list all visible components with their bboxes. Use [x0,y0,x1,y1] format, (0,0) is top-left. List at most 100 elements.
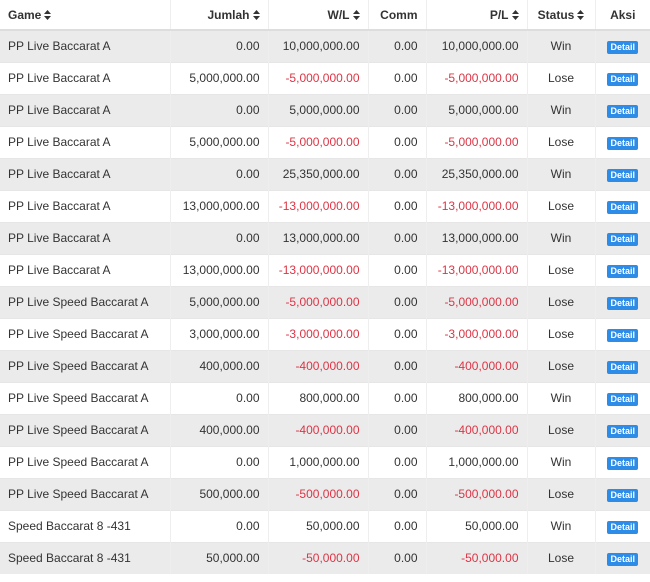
wl-cell: -500,000.00 [267,477,368,510]
detail-button[interactable]: Detail [607,360,638,374]
detail-button[interactable]: Detail [607,72,638,86]
column-header-game[interactable]: Game [0,0,170,31]
wl-cell: -13,000,000.00 [267,253,368,286]
column-header-pl[interactable]: P/L [425,0,527,31]
game-cell: PP Live Speed Baccarat A [0,413,170,446]
game-cell: PP Live Baccarat A [0,157,170,190]
detail-button[interactable]: Detail [607,296,638,310]
status-cell: Win [526,509,595,542]
wl-cell: -50,000.00 [267,541,368,574]
detail-button[interactable]: Detail [607,552,638,566]
status-cell: Lose [526,541,595,574]
pl-cell: 10,000,000.00 [425,29,527,62]
aksi-cell: Detail [594,381,650,414]
wl-cell: -5,000,000.00 [267,61,368,94]
wl-cell: -3,000,000.00 [267,317,368,350]
jumlah-cell: 13,000,000.00 [169,253,268,286]
detail-button[interactable]: Detail [607,328,638,342]
sort-icon [44,9,52,20]
game-cell: PP Live Baccarat A [0,29,170,62]
column-header-label: Comm [380,7,418,22]
wl-cell: 800,000.00 [267,381,368,414]
table-row: PP Live Baccarat A 0.00 5,000,000.00 0.00 5,… [0,93,650,126]
status-cell: Lose [526,125,595,158]
column-header-comm: Comm [367,0,426,31]
status-cell: Lose [526,413,595,446]
pl-cell: 1,000,000.00 [425,445,527,478]
jumlah-cell: 5,000,000.00 [169,285,268,318]
pl-cell: -400,000.00 [425,413,527,446]
detail-button[interactable]: Detail [607,40,638,54]
aksi-cell: Detail [594,189,650,222]
detail-button[interactable]: Detail [607,392,638,406]
pl-cell: -5,000,000.00 [425,125,527,158]
table-row: PP Live Baccarat A 5,000,000.00 -5,000,000… [0,125,650,158]
status-cell: Win [526,93,595,126]
game-cell: PP Live Baccarat A [0,253,170,286]
detail-button[interactable]: Detail [607,456,638,470]
column-header-jumlah[interactable]: Jumlah [169,0,268,31]
jumlah-cell: 3,000,000.00 [169,317,268,350]
table-body: PP Live Baccarat A 0.00 10,000,000.00 0.00 1… [0,29,650,574]
detail-button[interactable]: Detail [607,168,638,182]
sort-icon [577,9,585,20]
pl-cell: -5,000,000.00 [425,285,527,318]
aksi-cell: Detail [594,285,650,318]
jumlah-cell: 0.00 [169,157,268,190]
jumlah-cell: 0.00 [169,93,268,126]
detail-button[interactable]: Detail [607,264,638,278]
wl-cell: -13,000,000.00 [267,189,368,222]
detail-button[interactable]: Detail [607,488,638,502]
jumlah-cell: 0.00 [169,509,268,542]
comm-cell: 0.00 [367,381,426,414]
column-header-label: W/L [327,7,350,22]
comm-cell: 0.00 [367,445,426,478]
comm-cell: 0.00 [367,157,426,190]
comm-cell: 0.00 [367,189,426,222]
detail-button[interactable]: Detail [607,136,638,150]
column-header-status[interactable]: Status [526,0,595,31]
jumlah-cell: 13,000,000.00 [169,189,268,222]
jumlah-cell: 50,000.00 [169,541,268,574]
aksi-cell: Detail [594,157,650,190]
detail-button[interactable]: Detail [607,424,638,438]
table-row: PP Live Speed Baccarat A 0.00 1,000,000.00… [0,445,650,478]
detail-button[interactable]: Detail [607,232,638,246]
status-cell: Lose [526,253,595,286]
sort-icon [511,9,519,20]
jumlah-cell: 5,000,000.00 [169,125,268,158]
comm-cell: 0.00 [367,221,426,254]
aksi-cell: Detail [594,317,650,350]
jumlah-cell: 0.00 [169,29,268,62]
game-cell: PP Live Speed Baccarat A [0,285,170,318]
game-cell: Speed Baccarat 8 -431 [0,509,170,542]
jumlah-cell: 0.00 [169,221,268,254]
status-cell: Win [526,445,595,478]
comm-cell: 0.00 [367,253,426,286]
wl-cell: -5,000,000.00 [267,285,368,318]
column-header-label: Jumlah [207,7,250,22]
detail-button[interactable]: Detail [607,200,638,214]
aksi-cell: Detail [594,221,650,254]
aksi-cell: Detail [594,509,650,542]
table-row: Speed Baccarat 8 -431 0.00 50,000.00 0.00 50… [0,509,650,542]
jumlah-cell: 0.00 [169,445,268,478]
comm-cell: 0.00 [367,285,426,318]
aksi-cell: Detail [594,413,650,446]
status-cell: Lose [526,189,595,222]
game-cell: PP Live Baccarat A [0,221,170,254]
comm-cell: 0.00 [367,413,426,446]
column-header-aksi: Aksi [594,0,650,31]
sort-icon [352,9,360,20]
detail-button[interactable]: Detail [607,104,638,118]
wl-cell: -5,000,000.00 [267,125,368,158]
comm-cell: 0.00 [367,541,426,574]
aksi-cell: Detail [594,93,650,126]
pl-cell: 800,000.00 [425,381,527,414]
pl-cell: -50,000.00 [425,541,527,574]
status-cell: Lose [526,61,595,94]
table-row: PP Live Baccarat A 0.00 25,350,000.00 0.00 2… [0,157,650,190]
column-header-wl[interactable]: W/L [267,0,368,31]
aksi-cell: Detail [594,477,650,510]
detail-button[interactable]: Detail [607,520,638,534]
